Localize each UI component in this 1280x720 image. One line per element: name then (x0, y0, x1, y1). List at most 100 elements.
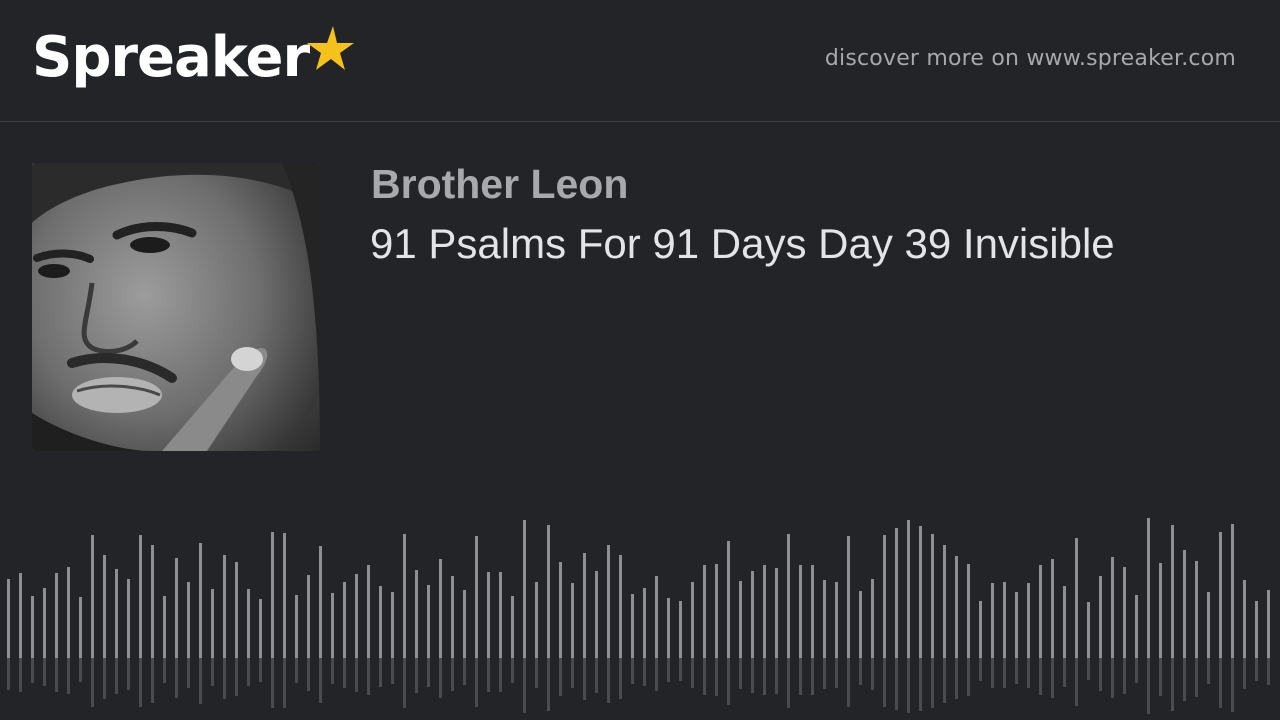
header-bar: Spreaker discover more on www.spreaker.c… (0, 0, 1280, 122)
waveform-bar-reflection (919, 658, 922, 711)
waveform-bar (1267, 590, 1270, 658)
waveform-bar-reflection (811, 658, 814, 695)
waveform-bar-reflection (895, 658, 898, 710)
waveform-bar-reflection (7, 658, 10, 690)
waveform-bar-reflection (979, 658, 982, 681)
waveform-bar (295, 595, 298, 658)
waveform-bar-reflection (367, 658, 370, 695)
waveform-bar-reflection (715, 658, 718, 696)
waveform-bar (1075, 538, 1078, 658)
discover-more-link[interactable]: discover more on www.spreaker.com (825, 46, 1236, 71)
waveform-bar (79, 597, 82, 658)
waveform-bar (823, 580, 826, 658)
waveform-bar-reflection (355, 658, 358, 692)
waveform-bar-reflection (835, 658, 838, 688)
waveform-bar (727, 541, 730, 658)
waveform-bar-reflection (115, 658, 118, 694)
waveform-bar-reflection (79, 658, 82, 682)
waveform-bar-reflection (319, 658, 322, 703)
logo-wordmark: Spreaker (32, 25, 310, 90)
waveform-bar (7, 579, 10, 658)
waveform-bar (151, 545, 154, 658)
waveform-bar (811, 565, 814, 658)
waveform-bar-reflection (451, 658, 454, 691)
waveform-bar-reflection (1027, 658, 1030, 688)
waveform-bar-reflection (595, 658, 598, 693)
waveform-bar (559, 562, 562, 658)
waveform-bar-reflection (1219, 658, 1222, 708)
waveform-bar-reflection (1267, 658, 1270, 685)
waveform-bar-reflection (427, 658, 430, 687)
waveform-bar-reflection (1087, 658, 1090, 680)
spreaker-logo[interactable]: Spreaker (32, 22, 355, 102)
waveform-bar (955, 556, 958, 658)
waveform-bar (487, 572, 490, 658)
waveform-bar (247, 589, 250, 658)
waveform-bar-reflection (151, 658, 154, 703)
waveform-bar-reflection (295, 658, 298, 683)
waveform-bar-reflection (487, 658, 490, 692)
waveform-bar (919, 526, 922, 658)
waveform-bar-reflection (1063, 658, 1066, 687)
waveform-bar (343, 582, 346, 658)
waveform-bar-reflection (775, 658, 778, 694)
waveform-bar-reflection (871, 658, 874, 690)
waveform-bar (139, 535, 142, 658)
waveform-bar-reflection (619, 658, 622, 699)
waveform-bar-reflection (1243, 658, 1246, 689)
waveform-bar (307, 575, 310, 658)
waveform-bar-reflection (91, 658, 94, 707)
audio-waveform[interactable] (0, 500, 1280, 720)
waveform-bar (259, 599, 262, 658)
waveform-bar-reflection (31, 658, 34, 683)
waveform-bar (1051, 559, 1054, 658)
waveform-bar (583, 553, 586, 658)
waveform-bar-reflection (847, 658, 850, 707)
waveform-bar-reflection (1231, 658, 1234, 712)
waveform-bar-reflection (403, 658, 406, 708)
waveform-bar-reflection (379, 658, 382, 687)
waveform-bar-reflection (967, 658, 970, 696)
waveform-bar-reflection (535, 658, 538, 688)
waveform-bar (691, 582, 694, 658)
waveform-bar (427, 585, 430, 658)
waveform-bar-reflection (343, 658, 346, 688)
waveform-bar (1255, 601, 1258, 658)
waveform-bar-reflection (931, 658, 934, 708)
waveform-bar-reflection (883, 658, 886, 707)
waveform-bar-reflection (43, 658, 46, 686)
waveform-bar (211, 589, 214, 658)
waveform-bar-reflection (667, 658, 670, 682)
waveform-bar (967, 564, 970, 658)
author-name[interactable]: Brother Leon (371, 160, 628, 208)
waveform-bar-reflection (283, 658, 286, 708)
episode-title[interactable]: 91 Psalms For 91 Days Day 39 Invisible (370, 219, 1115, 269)
waveform-bar (547, 525, 550, 658)
waveform-bar-reflection (763, 658, 766, 695)
waveform-bar (1063, 586, 1066, 658)
waveform-bar (235, 562, 238, 658)
waveform-bar (751, 571, 754, 658)
waveform-bar-reflection (391, 658, 394, 684)
waveform-bar-reflection (823, 658, 826, 689)
waveform-bar-reflection (175, 658, 178, 698)
waveform-bar (667, 598, 670, 658)
waveform-bar-reflection (187, 658, 190, 688)
waveform-bar (31, 596, 34, 658)
waveform-bar-reflection (439, 658, 442, 698)
waveform-bar (43, 588, 46, 658)
waveform-bar (367, 565, 370, 658)
waveform-bar-reflection (1051, 658, 1054, 698)
waveform-bar-reflection (691, 658, 694, 688)
waveform-bar (115, 569, 118, 658)
waveform-bar (895, 528, 898, 658)
waveform-bar (799, 565, 802, 658)
waveform-bar-reflection (139, 658, 142, 707)
waveform-bar (199, 543, 202, 658)
waveform-bar (835, 582, 838, 658)
waveform-bar-reflection (607, 658, 610, 703)
waveform-bar-reflection (943, 658, 946, 703)
waveform-bar-reflection (511, 658, 514, 683)
waveform-bar (67, 567, 70, 658)
waveform-bar-reflection (271, 658, 274, 708)
